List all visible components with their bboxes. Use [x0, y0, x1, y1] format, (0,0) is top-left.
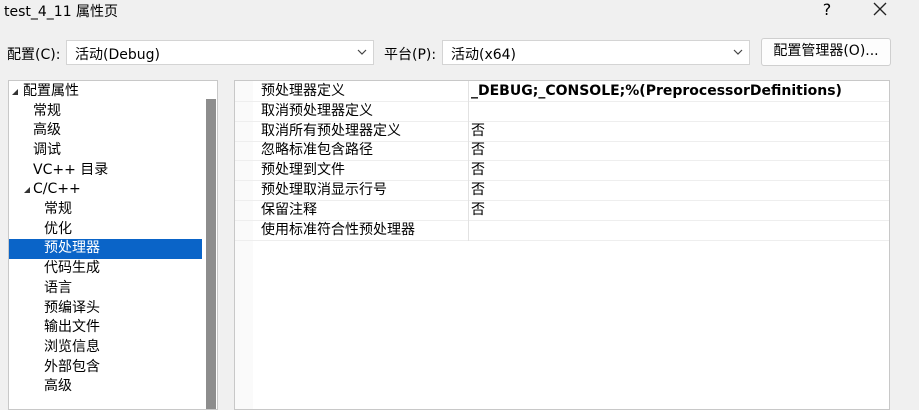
- property-grid: 预处理器定义 _DEBUG;_CONSOLE;%(PreprocessorDef…: [234, 80, 890, 410]
- property-row[interactable]: 使用标准符合性预处理器: [235, 221, 889, 241]
- tree-item-label: 高级: [33, 122, 61, 138]
- property-name: 取消所有预处理器定义: [261, 123, 401, 139]
- property-value[interactable]: 否: [471, 181, 485, 200]
- chevron-down-icon: [733, 49, 743, 55]
- tree-item-output-files[interactable]: 输出文件: [9, 318, 202, 338]
- tree-item-label: 外部包含: [44, 359, 100, 375]
- tree-item-preprocessor[interactable]: 预处理器: [9, 239, 202, 259]
- property-row[interactable]: 取消所有预处理器定义 否: [235, 122, 889, 142]
- configuration-label: 配置(C):: [7, 47, 61, 63]
- property-row[interactable]: 忽略标准包含路径 否: [235, 141, 889, 161]
- property-name: 忽略标准包含路径: [261, 142, 373, 158]
- tree-item-external-includes[interactable]: 外部包含: [9, 358, 202, 378]
- tree-item-code-generation[interactable]: 代码生成: [9, 259, 202, 279]
- platform-value: 活动(x64): [451, 47, 517, 63]
- tree-item-label: 代码生成: [44, 260, 100, 276]
- property-name: 保留注释: [261, 202, 317, 218]
- expanded-arrow-icon: [24, 187, 30, 193]
- property-name: 预处理取消显示行号: [261, 182, 387, 198]
- tree-item-label: 预编译头: [44, 300, 100, 316]
- title-bar: test_4_11 属性页 ?: [0, 0, 919, 30]
- tree-item-cpp-advanced[interactable]: 高级: [9, 377, 202, 397]
- tree-item-label: 常规: [44, 201, 72, 217]
- configuration-manager-button[interactable]: 配置管理器(O)...: [761, 38, 891, 66]
- tree-item-label: 语言: [44, 280, 72, 296]
- tree-item-label: 预处理器: [44, 240, 100, 256]
- platform-select[interactable]: 活动(x64): [442, 40, 750, 65]
- property-value[interactable]: 否: [471, 161, 485, 180]
- configuration-value: 活动(Debug): [75, 47, 160, 63]
- property-tree[interactable]: 配置属性 常规 高级 调试 VC++ 目录 C/C++ 常规 优化 预处理器 代…: [8, 80, 218, 410]
- tree-item-cpp-general[interactable]: 常规: [9, 200, 202, 220]
- tree-item-vc-directories[interactable]: VC++ 目录: [9, 161, 202, 181]
- tree-item-debugging[interactable]: 调试: [9, 141, 202, 161]
- property-name: 预处理到文件: [261, 162, 345, 178]
- property-value[interactable]: 否: [471, 122, 485, 141]
- help-button[interactable]: ?: [812, 0, 842, 22]
- property-row[interactable]: 取消预处理器定义: [235, 102, 889, 122]
- column-divider[interactable]: [468, 81, 469, 241]
- property-row[interactable]: 预处理到文件 否: [235, 161, 889, 181]
- tree-item-label: 优化: [44, 221, 72, 237]
- tree-item-cpp[interactable]: C/C++: [9, 180, 202, 200]
- tree-item-label: C/C++: [33, 181, 81, 197]
- configuration-select[interactable]: 活动(Debug): [66, 40, 374, 65]
- expanded-arrow-icon: [12, 89, 18, 95]
- tree-item-config-properties[interactable]: 配置属性: [9, 82, 202, 102]
- help-label: ?: [822, 0, 832, 19]
- chevron-down-icon: [357, 49, 367, 55]
- property-value[interactable]: 否: [471, 201, 485, 220]
- property-row[interactable]: 预处理器定义 _DEBUG;_CONSOLE;%(PreprocessorDef…: [235, 82, 889, 102]
- platform-label: 平台(P):: [384, 47, 437, 63]
- property-value[interactable]: _DEBUG;_CONSOLE;%(PreprocessorDefinition…: [471, 82, 842, 101]
- window-title: test_4_11 属性页: [4, 4, 119, 20]
- tree-item-label: 常规: [33, 103, 61, 119]
- property-row[interactable]: 预处理取消显示行号 否: [235, 181, 889, 201]
- property-row[interactable]: 保留注释 否: [235, 201, 889, 221]
- tree-item-general[interactable]: 常规: [9, 102, 202, 122]
- property-value[interactable]: 否: [471, 141, 485, 160]
- tree-item-label: 配置属性: [23, 83, 79, 99]
- property-name: 取消预处理器定义: [261, 103, 373, 119]
- tree-item-label: 高级: [44, 378, 72, 394]
- close-icon: [873, 2, 887, 16]
- tree-item-optimization[interactable]: 优化: [9, 220, 202, 240]
- property-name: 预处理器定义: [261, 83, 345, 99]
- tree-item-label: 输出文件: [44, 319, 100, 335]
- tree-item-browse-information[interactable]: 浏览信息: [9, 338, 202, 358]
- tree-item-label: 调试: [33, 142, 61, 158]
- tree-item-label: VC++ 目录: [33, 162, 109, 178]
- tree-scrollbar-thumb[interactable]: [206, 99, 216, 409]
- tree-item-language[interactable]: 语言: [9, 279, 202, 299]
- tree-item-precompiled-headers[interactable]: 预编译头: [9, 299, 202, 319]
- tree-item-label: 浏览信息: [44, 339, 100, 355]
- close-button[interactable]: [862, 0, 898, 22]
- property-name: 使用标准符合性预处理器: [261, 222, 415, 238]
- tree-item-advanced[interactable]: 高级: [9, 121, 202, 141]
